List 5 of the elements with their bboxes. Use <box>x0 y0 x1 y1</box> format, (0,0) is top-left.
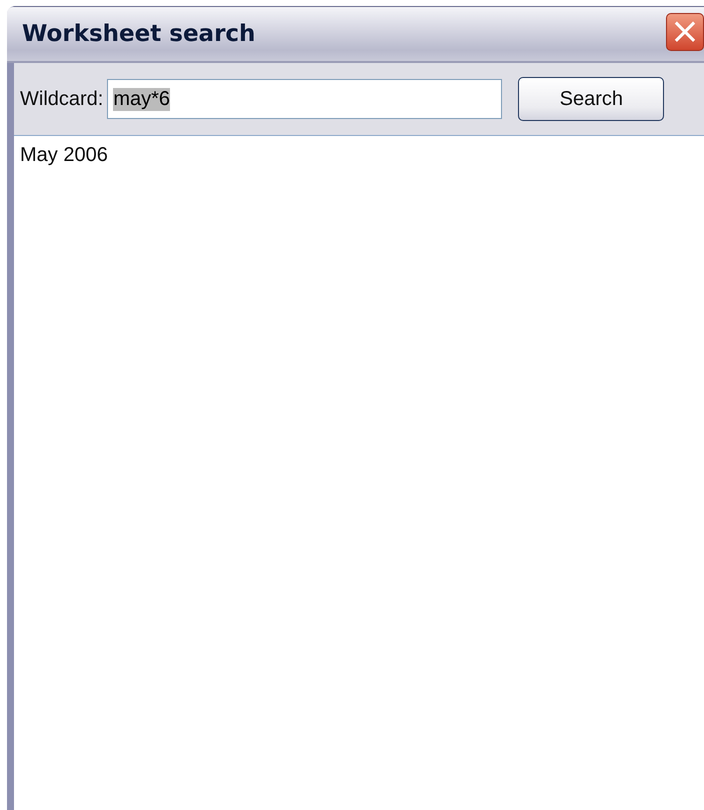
wildcard-label: Wildcard: <box>20 88 104 110</box>
window-title: Worksheet search <box>22 21 256 47</box>
search-button[interactable]: Search <box>518 77 664 121</box>
result-item[interactable]: May 2006 <box>20 144 108 167</box>
input-field[interactable]: may*6 <box>107 79 502 119</box>
